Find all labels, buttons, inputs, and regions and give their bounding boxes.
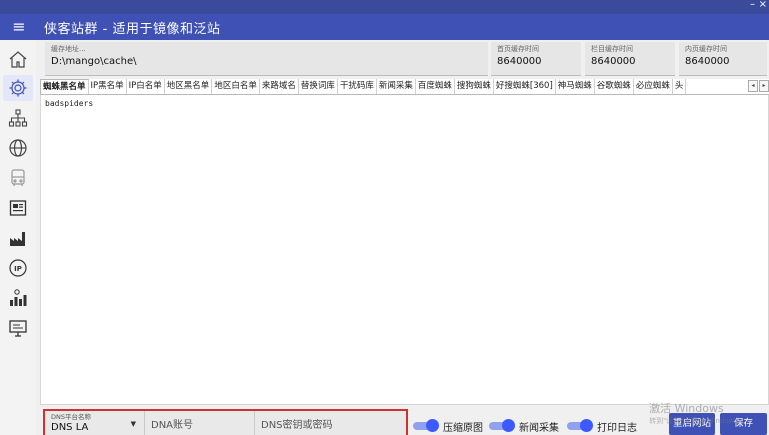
toggle-compress-images[interactable]: 压缩原图 (413, 418, 483, 434)
hamburger-icon[interactable]: ≡ (0, 14, 38, 40)
dns-account-placeholder: DNA账号 (151, 420, 194, 431)
ip-icon: IP (9, 259, 27, 277)
print-log-label: 打印日志 (597, 422, 637, 434)
save-button[interactable]: 保存 (720, 413, 767, 435)
tab-bing-spider[interactable]: 必应蜘蛛 (634, 79, 673, 94)
cache-settings-row: 缓存地址... D:\mango\cache\ 首页缓存时间 8640000 栏… (40, 42, 769, 76)
content-cache-time-field[interactable]: 内页缓存时间 8640000 (679, 42, 767, 76)
tab-head-truncated[interactable]: 头 (673, 79, 687, 94)
tab-region-blacklist[interactable]: 地区黑名单 (165, 79, 213, 94)
dns-secret-placeholder: DNS密钥或密码 (261, 420, 333, 431)
tab-scroll-right-icon[interactable]: ▸ (759, 80, 769, 92)
editor-content: badspiders (45, 99, 94, 108)
dns-account-input[interactable]: DNA账号 (145, 411, 255, 435)
content-cache-time-value: 8640000 (685, 56, 730, 67)
tab-shenma-spider[interactable]: 神马蜘蛛 (556, 79, 595, 94)
sidebar-item-factory[interactable] (3, 225, 33, 251)
stats-icon (10, 289, 27, 306)
tab-ip-whitelist[interactable]: IP白名单 (127, 79, 165, 94)
app-title: 侠客站群 - 适用于镜像和泛站 (44, 21, 221, 37)
list-tabs: 蜘蛛黑名单 IP黑名单 IP白名单 地区黑名单 地区白名单 来路域名 替换词库 干扰码库 新闻采… (40, 79, 769, 95)
print-log-switch[interactable] (567, 419, 593, 432)
home-cache-time-value: 8640000 (497, 56, 542, 67)
news-collect-label: 新闻采集 (519, 422, 559, 434)
chevron-down-icon: ▼ (130, 420, 136, 428)
sidebar-item-news[interactable] (3, 195, 33, 221)
toggle-print-log[interactable]: 打印日志 (567, 418, 637, 434)
tab-scroll-left-icon[interactable]: ◂ (748, 80, 758, 92)
tab-360-spider[interactable]: 好搜蜘蛛[360] (494, 79, 556, 94)
sidebar-item-sitemap[interactable] (3, 105, 33, 131)
column-cache-time-field[interactable]: 栏目缓存时间 8640000 (585, 42, 675, 76)
home-cache-time-field[interactable]: 首页缓存时间 8640000 (491, 42, 581, 76)
column-cache-time-label: 栏目缓存时间 (591, 45, 633, 53)
globe-icon (9, 139, 27, 157)
factory-icon (10, 232, 25, 246)
dns-settings-group: DNS平台名称 DNS LA ▼ DNA账号 DNS密钥或密码 (43, 409, 408, 435)
tab-ip-blacklist[interactable]: IP黑名单 (89, 79, 127, 94)
sitemap-icon (8, 109, 28, 127)
toggle-news-collect[interactable]: 新闻采集 (489, 418, 559, 434)
tab-news-collect[interactable]: 新闻采集 (377, 79, 416, 94)
cache-path-field[interactable]: 缓存地址... D:\mango\cache\ (45, 42, 488, 76)
title-bar: ≡ 侠客站群 - 适用于镜像和泛站 (0, 14, 769, 40)
monitor-icon (9, 320, 27, 337)
tab-replace-words[interactable]: 替换词库 (299, 79, 338, 94)
home-cache-time-label: 首页缓存时间 (497, 45, 539, 53)
tab-sogou-spider[interactable]: 搜狗蜘蛛 (455, 79, 494, 94)
sidebar-item-monitor[interactable] (3, 315, 33, 341)
sidebar-item-home[interactable] (3, 46, 33, 72)
svg-text:IP: IP (14, 265, 22, 273)
sidebar: IP (0, 40, 36, 435)
bus-icon (11, 169, 25, 186)
list-editor[interactable]: badspiders (40, 95, 769, 405)
sidebar-item-settings[interactable] (3, 75, 33, 101)
column-cache-time-value: 8640000 (591, 56, 636, 67)
cache-path-label: 缓存地址... (51, 45, 86, 53)
content-cache-time-label: 内页缓存时间 (685, 45, 727, 53)
compress-images-switch[interactable] (413, 419, 439, 432)
main-panel: 缓存地址... D:\mango\cache\ 首页缓存时间 8640000 栏… (40, 40, 769, 435)
tab-referer-domains[interactable]: 来路域名 (260, 79, 299, 94)
close-button[interactable]: × (759, 0, 767, 12)
sidebar-item-stats[interactable] (3, 285, 33, 311)
dns-platform-value: DNS LA (51, 422, 89, 433)
minimize-button[interactable]: – (750, 0, 755, 12)
newspaper-icon (9, 200, 27, 216)
compress-images-label: 压缩原图 (443, 422, 483, 434)
news-collect-switch[interactable] (489, 419, 515, 432)
dns-platform-label: DNS平台名称 (51, 413, 91, 421)
sidebar-item-ip[interactable]: IP (3, 255, 33, 281)
gear-icon (9, 79, 27, 97)
window-top-strip: – × (0, 0, 769, 14)
sidebar-item-bus[interactable] (3, 165, 33, 191)
tab-spider-blacklist[interactable]: 蜘蛛黑名单 (40, 79, 89, 94)
home-icon (9, 51, 27, 68)
restart-site-button[interactable]: 重启网站 (669, 413, 715, 435)
tab-region-whitelist[interactable]: 地区白名单 (212, 79, 260, 94)
tab-google-spider[interactable]: 谷歌蜘蛛 (595, 79, 634, 94)
sidebar-item-globe[interactable] (3, 135, 33, 161)
dns-secret-input[interactable]: DNS密钥或密码 (255, 411, 406, 435)
cache-path-value: D:\mango\cache\ (51, 56, 137, 67)
tab-noise-codes[interactable]: 干扰码库 (338, 79, 377, 94)
tab-baidu-spider[interactable]: 百度蜘蛛 (416, 79, 455, 94)
dns-platform-select[interactable]: DNS平台名称 DNS LA ▼ (45, 411, 145, 435)
